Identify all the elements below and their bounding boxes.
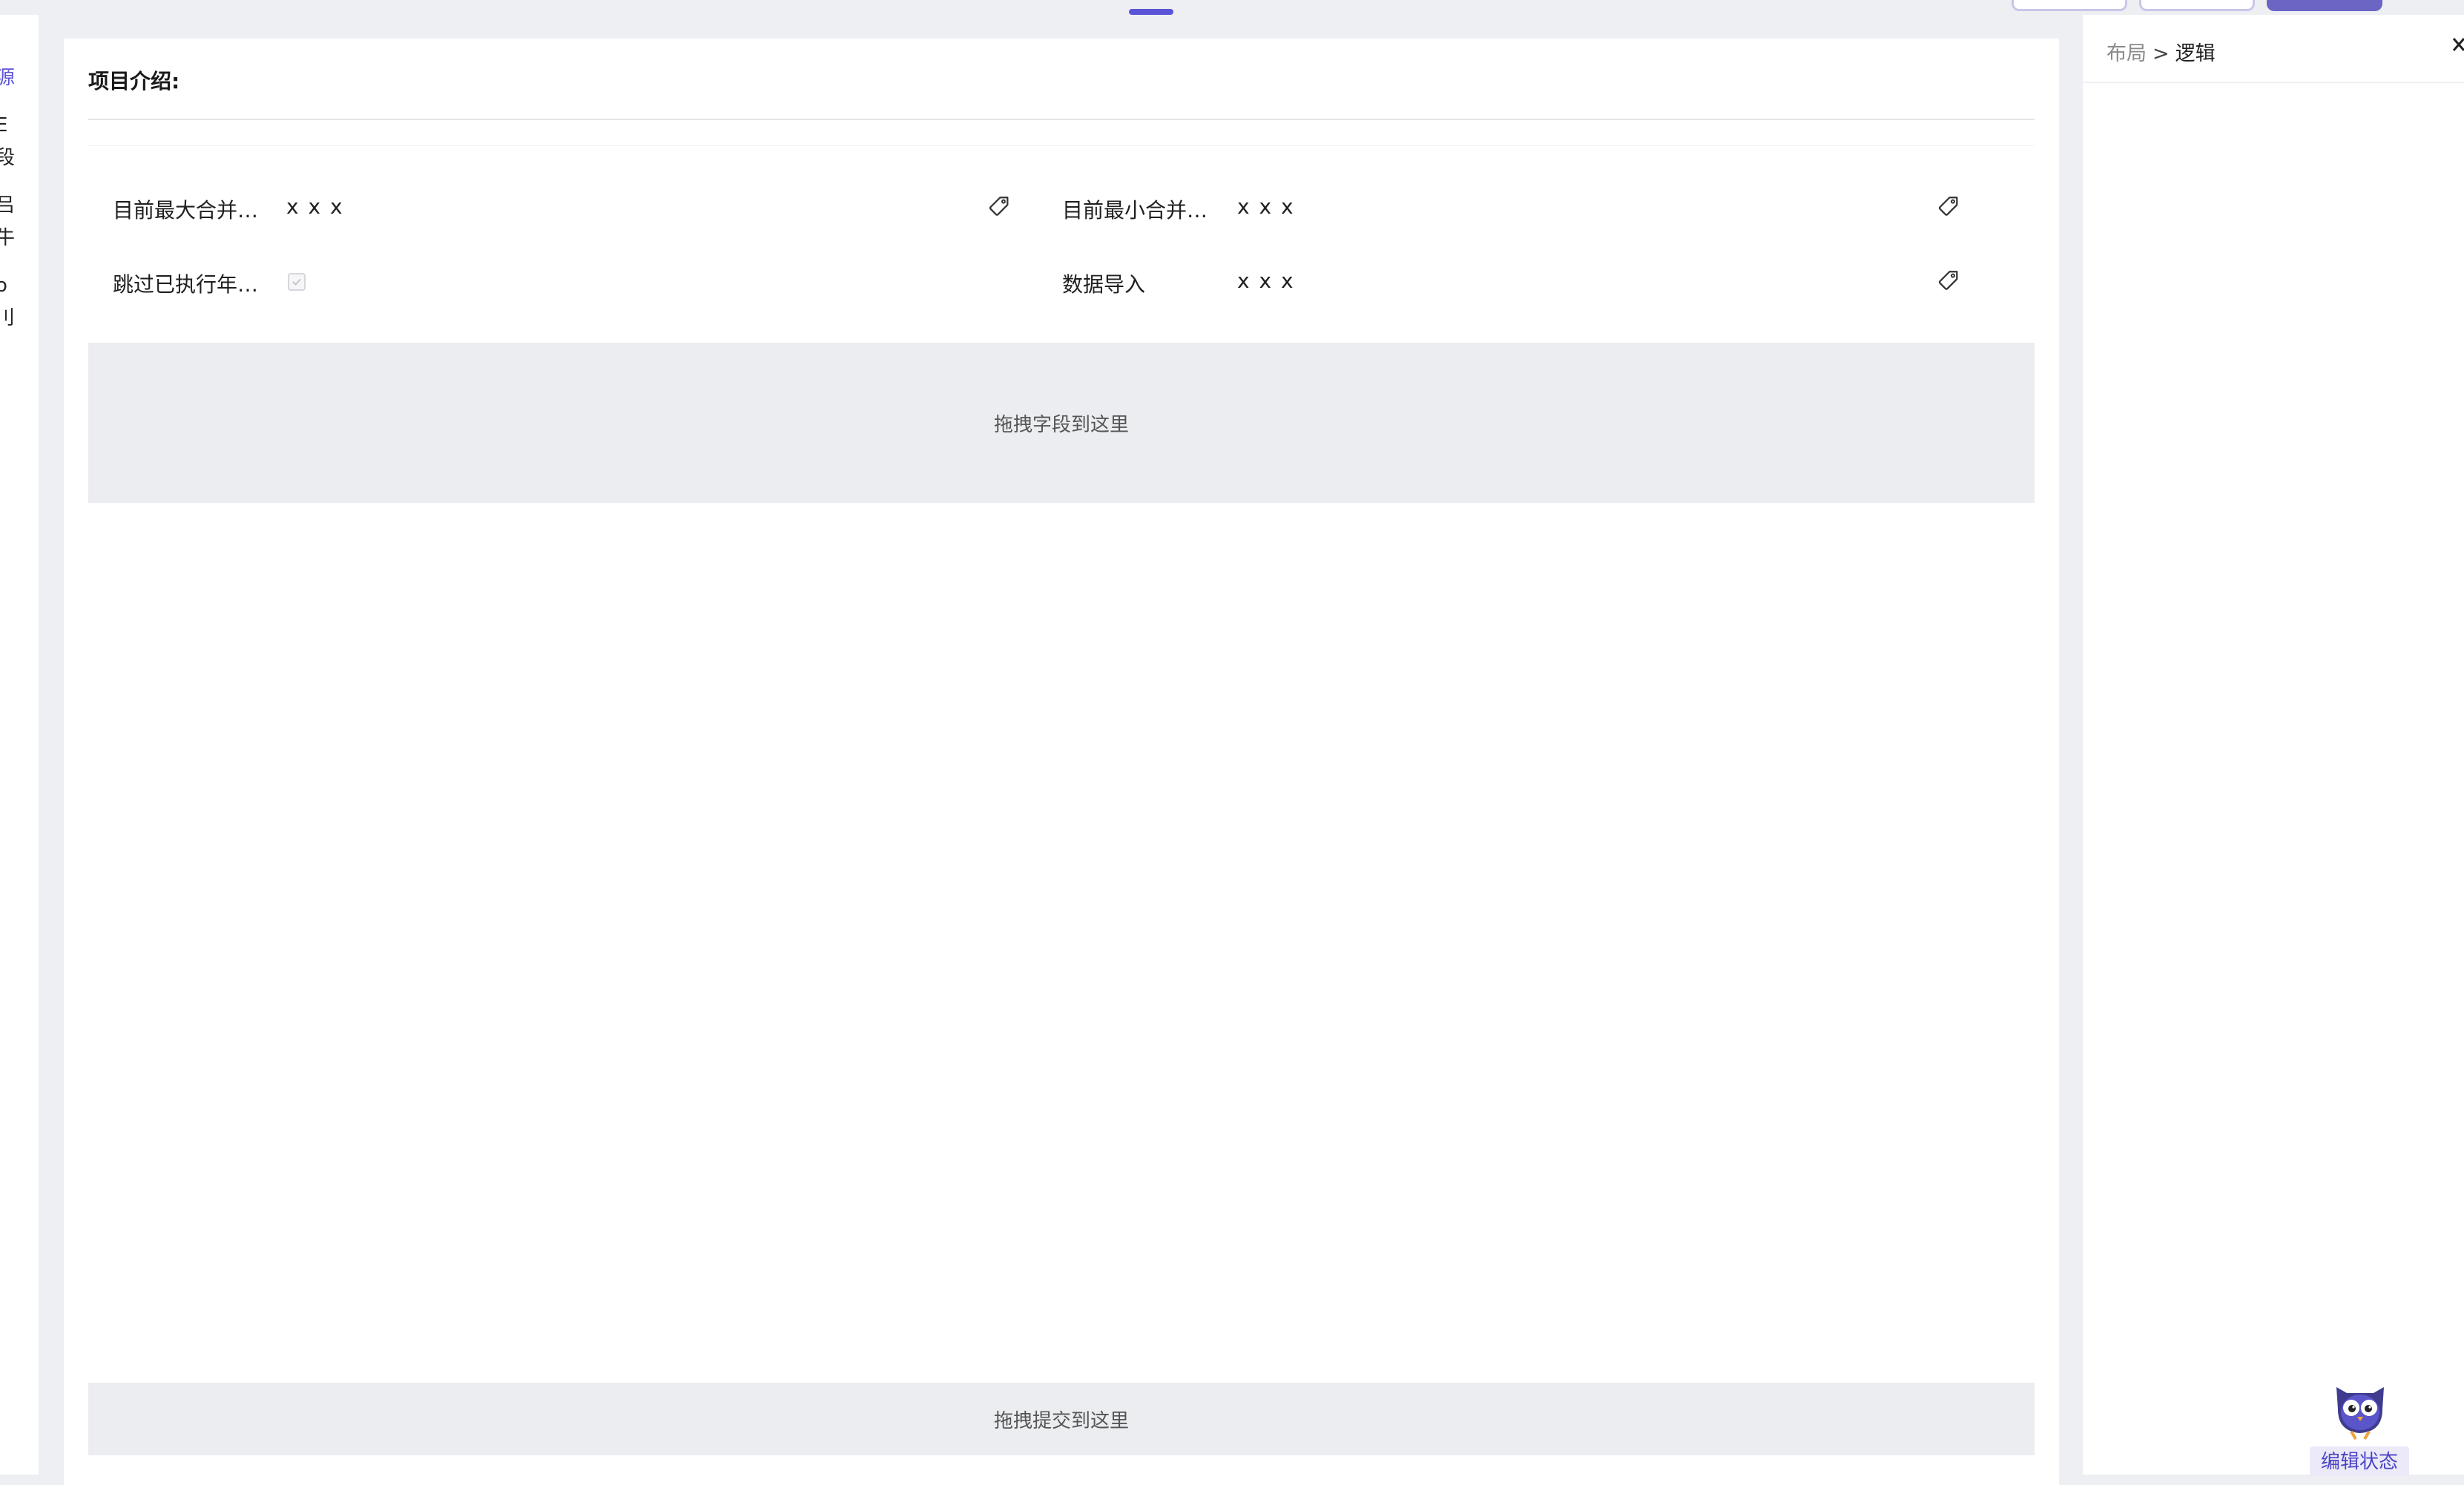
field-drop-zone-label: 拖拽字段到这里 bbox=[993, 413, 1129, 436]
field-label-skip-executed: 跳过已执行年… bbox=[113, 272, 259, 297]
section-divider bbox=[88, 145, 2035, 146]
field-label-min-merge: 目前最小合并… bbox=[1062, 198, 1208, 223]
submit-drop-zone[interactable]: 拖拽提交到这里 bbox=[88, 1383, 2035, 1455]
form-title: 项目介绍: bbox=[88, 69, 180, 93]
tag-icon[interactable] bbox=[986, 194, 1012, 220]
sidebar-item-datasource[interactable]: 源 bbox=[0, 68, 15, 88]
edit-status-button[interactable]: 编辑状态 bbox=[2310, 1446, 2409, 1476]
breadcrumb-parent[interactable]: 布局 bbox=[2106, 42, 2147, 65]
breadcrumb-separator: > bbox=[2152, 42, 2170, 65]
top-toolbar-button-1[interactable] bbox=[2012, 0, 2127, 11]
field-drop-zone[interactable]: 拖拽字段到这里 bbox=[88, 343, 2035, 503]
sidebar-item-rules[interactable]: 刂 bbox=[0, 309, 15, 328]
field-value-data-import[interactable]: x x x bbox=[1237, 269, 1295, 293]
top-toolbar-button-2[interactable] bbox=[2139, 0, 2255, 11]
tag-icon[interactable] bbox=[1936, 269, 1961, 294]
field-label-max-merge: 目前最大合并… bbox=[113, 198, 259, 223]
panel-divider bbox=[2083, 82, 2464, 83]
check-icon bbox=[292, 278, 301, 286]
sidebar-item-2-top[interactable]: E bbox=[0, 116, 7, 135]
sidebar-item-components[interactable]: 牛 bbox=[0, 228, 15, 248]
tag-icon[interactable] bbox=[1936, 194, 1961, 220]
field-value-min-merge[interactable]: x x x bbox=[1237, 194, 1295, 219]
title-divider bbox=[88, 119, 2035, 120]
submit-drop-zone-label: 拖拽提交到这里 bbox=[993, 1409, 1129, 1432]
form-canvas bbox=[64, 39, 2059, 1485]
sidebar-item-3-top[interactable]: 吕 bbox=[0, 196, 15, 215]
top-toolbar-primary-button[interactable] bbox=[2267, 0, 2382, 11]
right-panel bbox=[2083, 15, 2464, 1475]
sidebar-item-fields[interactable]: 段 bbox=[0, 148, 15, 168]
breadcrumb: 布局 > 逻辑 bbox=[2106, 37, 2216, 66]
owl-mascot-icon[interactable] bbox=[2329, 1380, 2391, 1440]
sidebar-item-4-top[interactable]: o bbox=[0, 276, 7, 295]
field-value-max-merge[interactable]: x x x bbox=[286, 194, 344, 219]
active-tab-indicator bbox=[1129, 9, 1173, 15]
edit-status-label: 编辑状态 bbox=[2320, 1451, 2398, 1473]
skip-executed-checkbox[interactable] bbox=[288, 273, 306, 291]
close-icon[interactable] bbox=[2448, 34, 2464, 59]
breadcrumb-current: 逻辑 bbox=[2175, 42, 2216, 65]
field-label-data-import: 数据导入 bbox=[1062, 272, 1146, 297]
